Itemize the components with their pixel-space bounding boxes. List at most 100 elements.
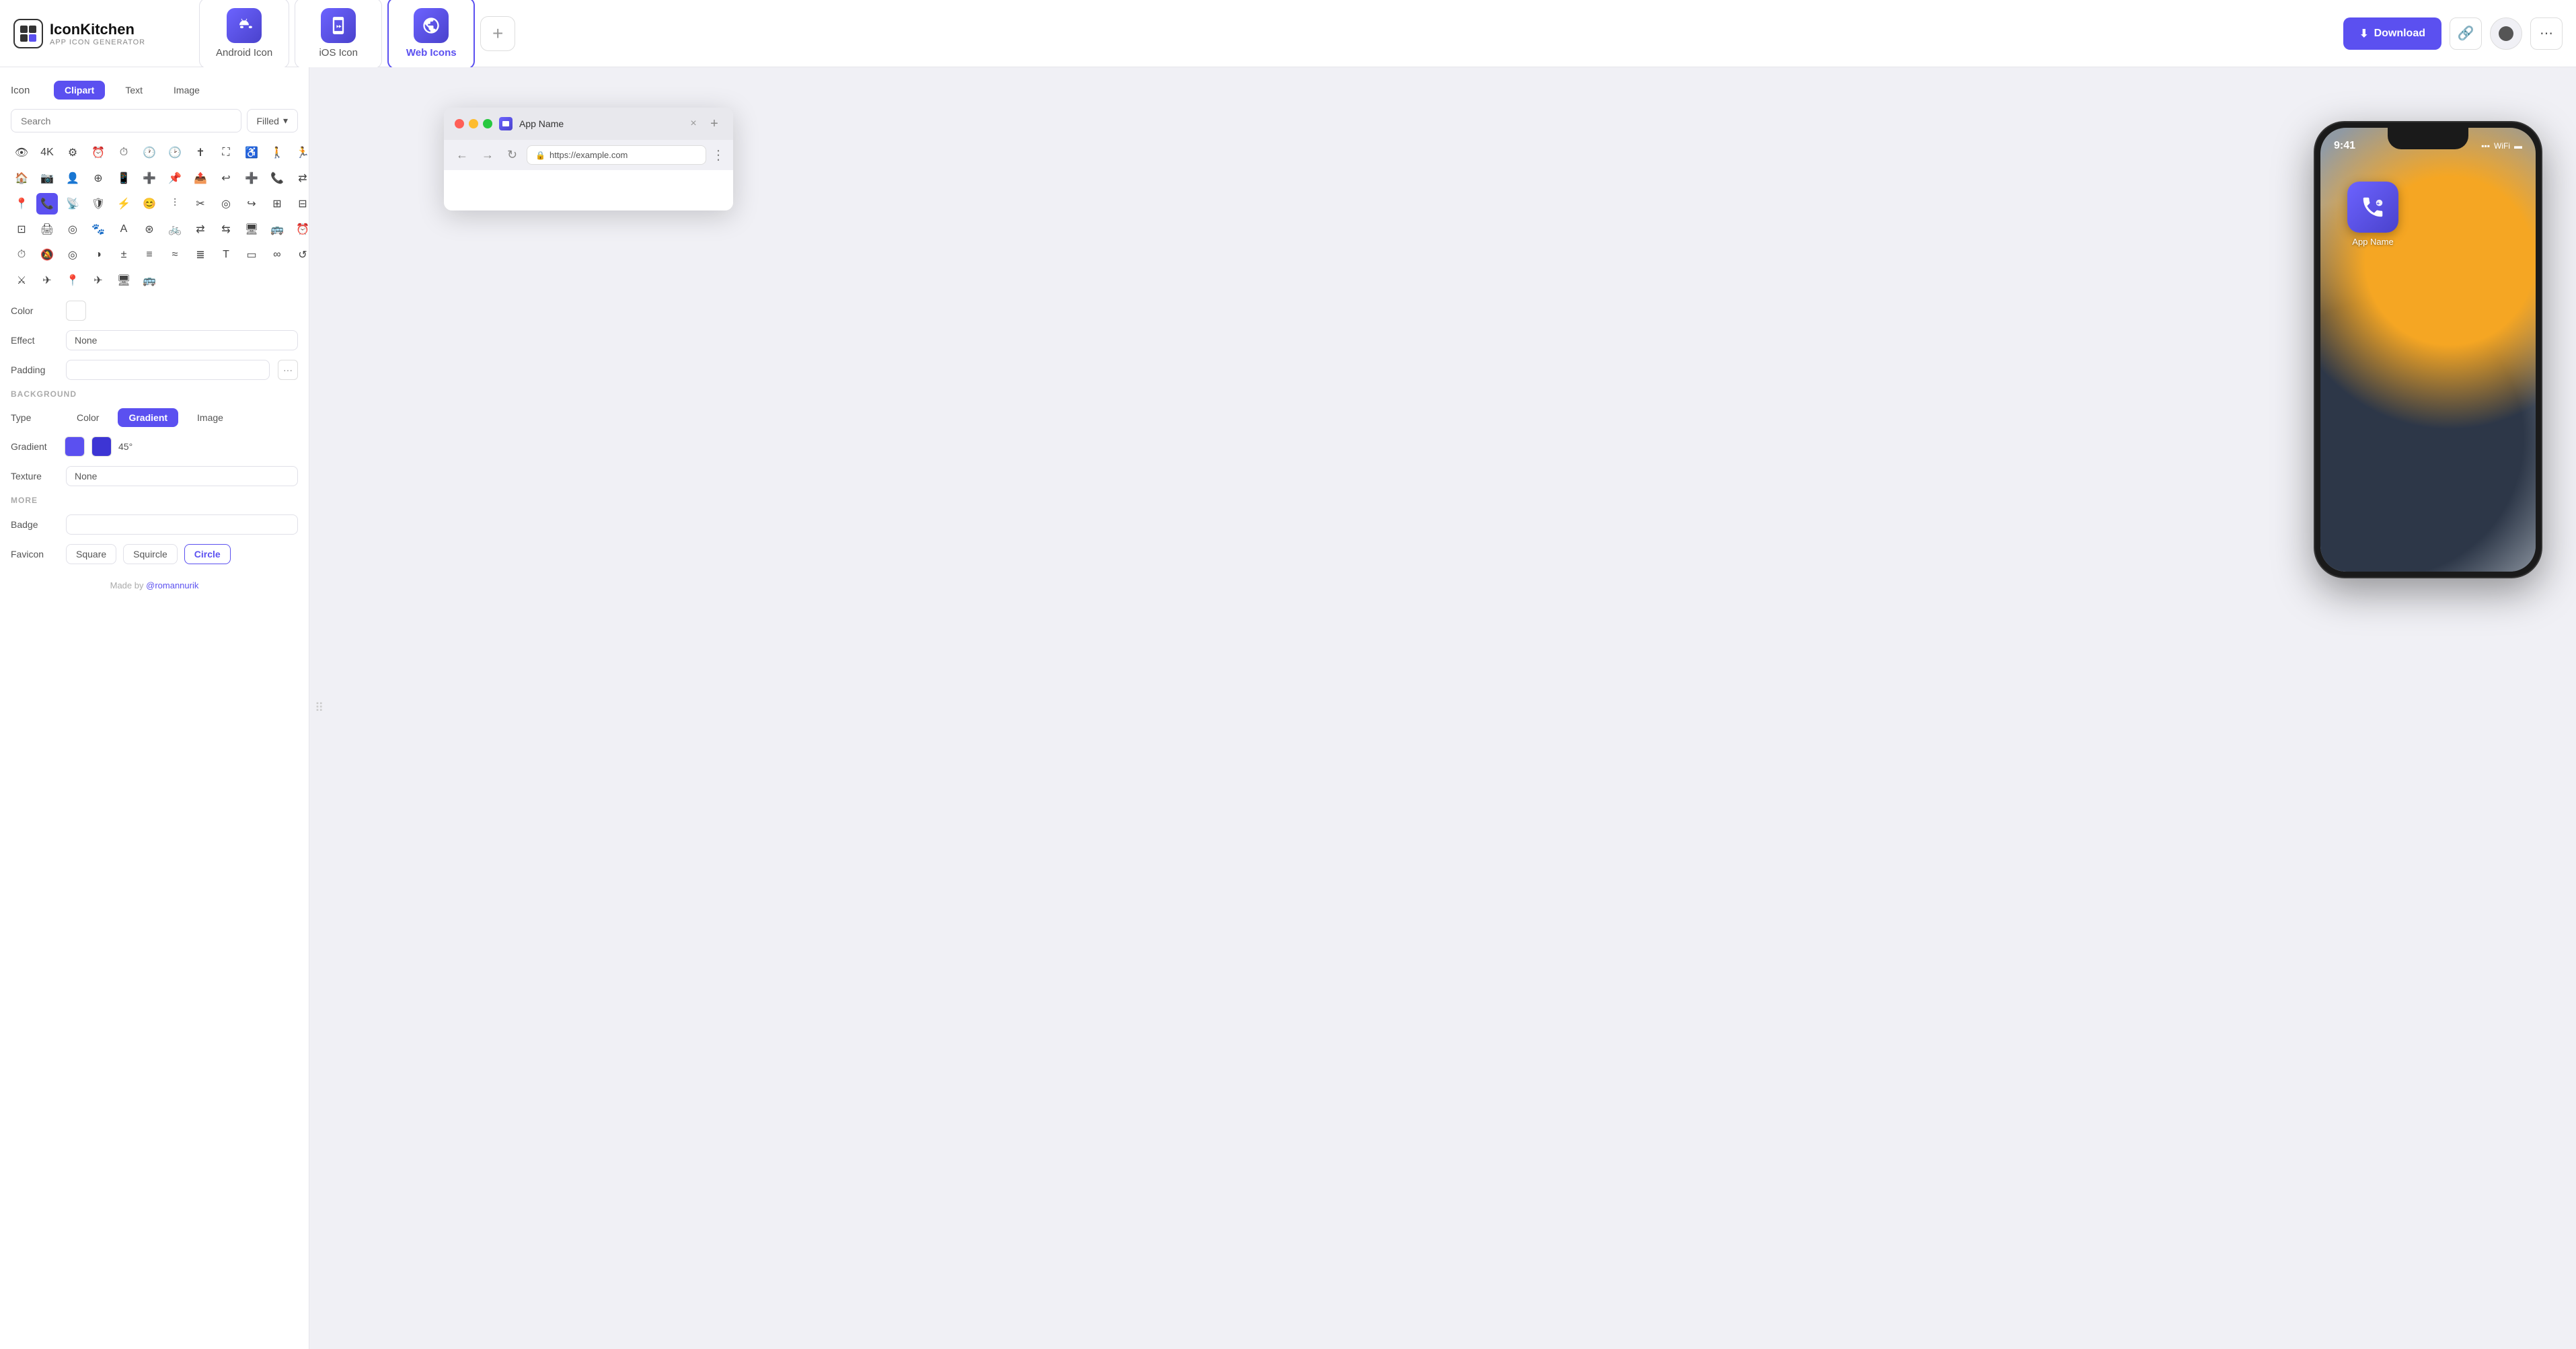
bg-color-button[interactable]: Color <box>66 408 110 427</box>
icon-cell[interactable]: 🕐 <box>139 142 160 163</box>
link-button[interactable]: 🔗 <box>2450 17 2482 50</box>
favicon-circle-button[interactable]: Circle <box>184 544 231 564</box>
tab-android[interactable]: Android Icon <box>199 0 289 69</box>
icon-cell[interactable]: 📍 <box>62 270 83 291</box>
browser-refresh-button[interactable]: ↻ <box>503 147 521 163</box>
icon-cell[interactable]: ⏰ <box>87 142 109 163</box>
footer-link[interactable]: @romannurik <box>146 580 198 590</box>
icon-cell[interactable]: 👤 <box>62 167 83 189</box>
icon-cell[interactable]: 📍 <box>11 193 32 215</box>
icon-cell[interactable]: 🖥 <box>241 219 262 240</box>
add-tab-button[interactable]: + <box>480 16 515 51</box>
icon-cell[interactable]: 🔕 <box>36 244 58 266</box>
filled-filter-button[interactable]: Filled ▾ <box>247 109 299 132</box>
icon-cell[interactable]: ⚙ <box>62 142 83 163</box>
icon-cell[interactable]: ∞ <box>266 244 288 266</box>
icon-cell[interactable]: ⊡ <box>11 219 32 240</box>
icon-cell[interactable]: ♿ <box>241 142 262 163</box>
browser-new-tab-button[interactable]: + <box>706 116 722 132</box>
traffic-light-yellow[interactable] <box>469 119 478 128</box>
icon-cell[interactable]: ⏱ <box>113 142 135 163</box>
icon-cell[interactable]: 😊 <box>139 193 160 215</box>
icon-cell[interactable]: ⏱ <box>11 244 32 266</box>
tab-ios[interactable]: iOS Icon <box>295 0 382 69</box>
icon-cell[interactable]: 📤 <box>190 167 211 189</box>
icon-cell[interactable]: 📡 <box>62 193 83 215</box>
icon-cell[interactable]: ⇆ <box>215 219 237 240</box>
icon-cell[interactable]: T <box>215 244 237 266</box>
icon-cell[interactable]: ⏰ <box>292 219 309 240</box>
browser-forward-button[interactable]: → <box>478 147 498 163</box>
download-button[interactable]: ⬇ Download <box>2343 17 2441 50</box>
icon-cell[interactable]: ↺ <box>292 244 309 266</box>
icon-cell[interactable]: A <box>113 219 135 240</box>
theme-toggle-button[interactable] <box>2490 17 2522 50</box>
icon-cell[interactable]: ⊕ <box>87 167 109 189</box>
icon-cell[interactable]: 🏃 <box>292 142 309 163</box>
gradient-swatch-2[interactable] <box>91 436 112 457</box>
icon-cell[interactable]: ◎ <box>215 193 237 215</box>
icon-cell[interactable]: ⊛ <box>139 219 160 240</box>
icon-cell[interactable]: 🐾 <box>87 219 109 240</box>
badge-input[interactable] <box>66 514 298 535</box>
icon-cell[interactable]: ✈ <box>87 270 109 291</box>
icon-cell[interactable]: 🚶 <box>266 142 288 163</box>
icon-cell[interactable]: ◑ <box>87 244 109 266</box>
effect-select[interactable]: None Shadow Glow <box>66 330 298 350</box>
icon-cell[interactable]: 📱 <box>113 167 135 189</box>
icon-cell[interactable]: ≈ <box>164 244 186 266</box>
gradient-swatch-1[interactable] <box>65 436 85 457</box>
icon-cell[interactable]: ➕ <box>241 167 262 189</box>
icon-cell[interactable]: 🏠 <box>11 167 32 189</box>
icon-cell-selected[interactable]: 📞 <box>36 193 58 215</box>
icon-cell[interactable]: ↩ <box>215 167 237 189</box>
icon-cell[interactable]: 🚌 <box>266 219 288 240</box>
icon-cell[interactable]: 📌 <box>164 167 186 189</box>
icon-cell[interactable]: ⫶ <box>164 193 186 215</box>
app-icon[interactable]: + <box>2347 182 2398 233</box>
icon-cell[interactable]: 🚌 <box>139 270 160 291</box>
icon-cell[interactable]: ➕ <box>139 167 160 189</box>
icon-cell[interactable]: ⚡ <box>113 193 135 215</box>
icon-cell[interactable]: ⊟ <box>292 193 309 215</box>
search-input[interactable] <box>11 109 241 132</box>
icon-cell[interactable]: ⇄ <box>292 167 309 189</box>
traffic-light-green[interactable] <box>483 119 492 128</box>
icon-cell[interactable]: 🚲 <box>164 219 186 240</box>
icon-cell[interactable]: ± <box>113 244 135 266</box>
texture-select[interactable]: None Dots Lines Grid <box>66 466 298 486</box>
clipart-type-button[interactable]: Clipart <box>54 81 105 100</box>
more-button[interactable]: ⋯ <box>2530 17 2563 50</box>
bg-image-button[interactable]: Image <box>186 408 234 427</box>
browser-back-button[interactable]: ← <box>452 147 472 163</box>
padding-input[interactable]: 15% <box>66 360 270 380</box>
icon-cell[interactable]: ⊞ <box>266 193 288 215</box>
browser-close-button[interactable]: × <box>687 118 699 130</box>
image-type-button[interactable]: Image <box>163 81 211 100</box>
icon-cell[interactable]: 📞 <box>266 167 288 189</box>
icon-cell[interactable]: 📷 <box>36 167 58 189</box>
bg-gradient-button[interactable]: Gradient <box>118 408 178 427</box>
icon-cell[interactable]: ⇄ <box>190 219 211 240</box>
icon-cell[interactable]: ◎ <box>62 244 83 266</box>
traffic-light-red[interactable] <box>455 119 464 128</box>
icon-cell[interactable]: ≣ <box>190 244 211 266</box>
icon-cell[interactable]: 🖥 <box>113 270 135 291</box>
icon-cell[interactable]: ✈ <box>36 270 58 291</box>
favicon-square-button[interactable]: Square <box>66 544 116 564</box>
browser-menu-button[interactable]: ⋮ <box>712 147 725 163</box>
icon-cell[interactable]: 👁 <box>11 142 32 163</box>
icon-cell[interactable]: ▭ <box>241 244 262 266</box>
icon-cell[interactable]: ≡ <box>139 244 160 266</box>
icon-cell[interactable]: 🛡 <box>87 193 109 215</box>
drag-handle[interactable]: ⠿ <box>315 701 324 716</box>
icon-cell[interactable]: 🖨 <box>36 219 58 240</box>
address-bar[interactable]: 🔒 https://example.com <box>527 145 706 165</box>
color-swatch[interactable] <box>66 301 86 321</box>
icon-cell[interactable]: ✂ <box>190 193 211 215</box>
padding-more-button[interactable]: ··· <box>278 360 298 380</box>
icon-cell[interactable]: ↪ <box>241 193 262 215</box>
tab-web[interactable]: Web Icons <box>387 0 475 69</box>
icon-cell[interactable]: 🕑 <box>164 142 186 163</box>
icon-cell[interactable]: 4K <box>36 142 58 163</box>
